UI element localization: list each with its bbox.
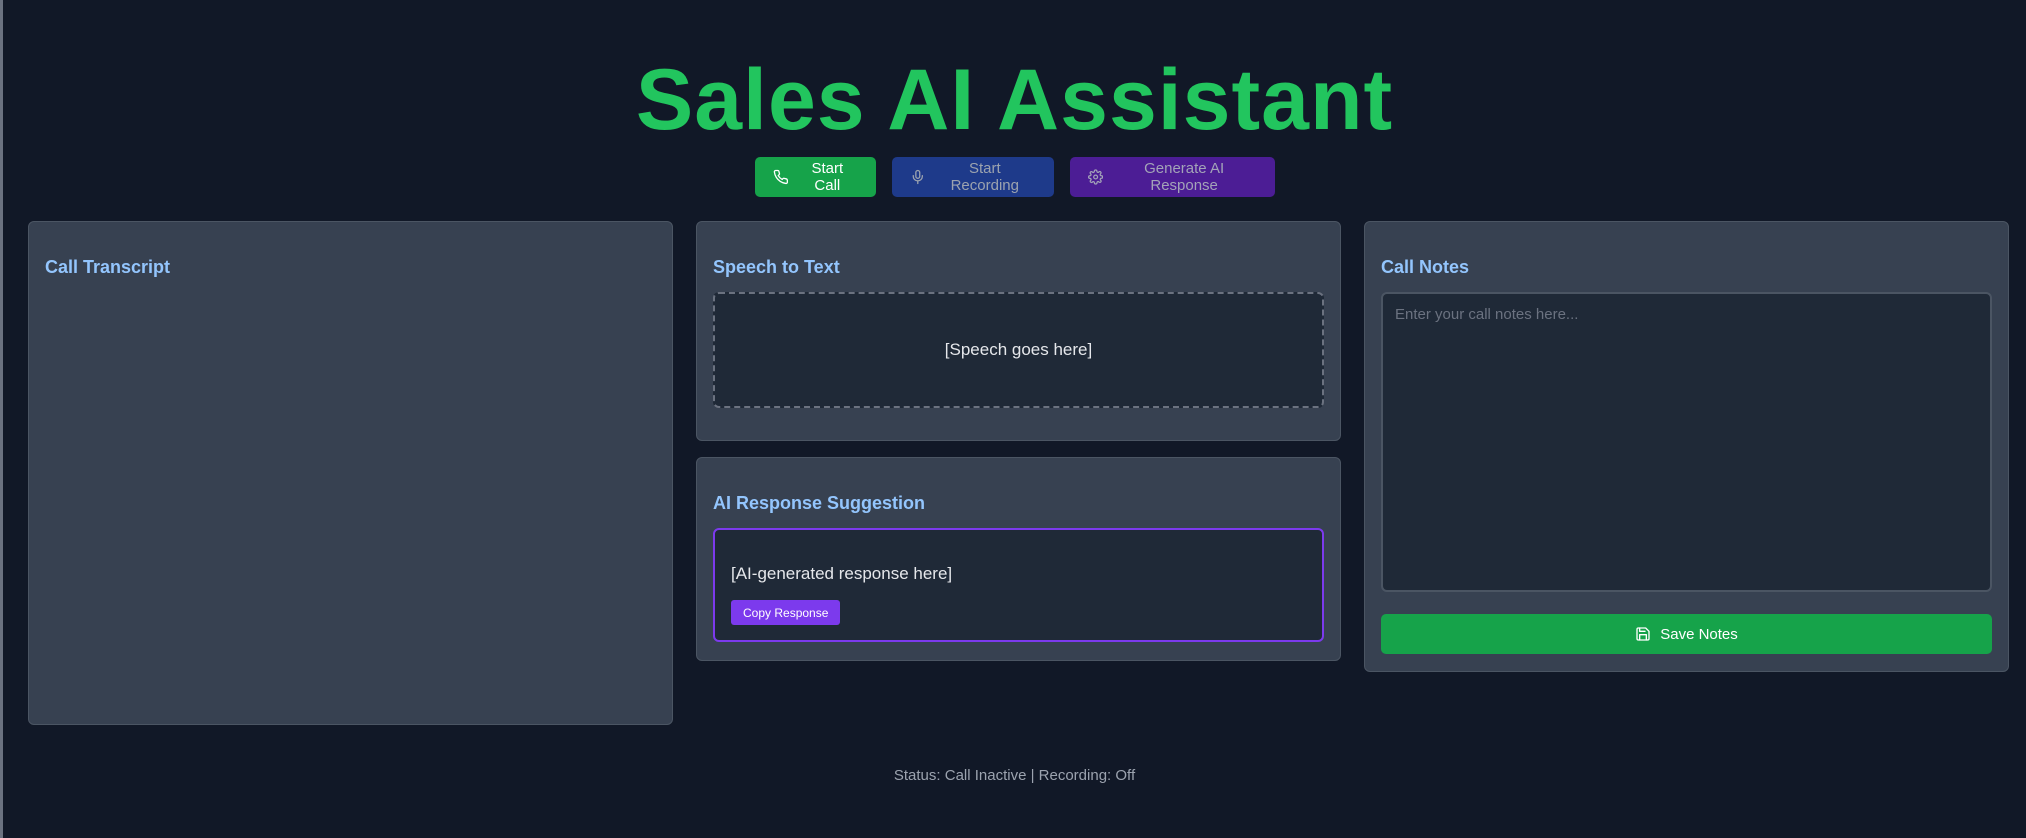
microphone-icon [912,169,923,185]
call-notes-panel: Call Notes Save Notes [1364,221,2009,672]
start-call-label: Start Call [811,160,844,194]
copy-response-button[interactable]: Copy Response [731,600,841,625]
call-notes-textarea[interactable] [1381,292,1992,592]
speech-placeholder-text: [Speech goes here] [944,340,1093,359]
speech-output-box: [Speech goes here] [713,292,1324,408]
start-recording-label: Start Recording [950,160,1019,194]
ai-response-panel: AI Response Suggestion [AI-generated res… [696,457,1341,661]
save-notes-button[interactable]: Save Notes [1381,614,1992,654]
call-transcript-panel: Call Transcript [28,221,673,725]
speech-to-text-panel: Speech to Text [Speech goes here] [696,221,1341,441]
toolbar: Start Call Start Recording Generate AI R… [3,157,2026,197]
page-title: Sales AI Assistant [635,52,1394,148]
speech-to-text-title: Speech to Text [713,257,840,277]
generate-ai-response-label: Generate AI Response [1144,160,1225,194]
gear-icon [1087,169,1103,185]
call-notes-title: Call Notes [1381,257,1470,277]
start-recording-button[interactable]: Start Recording [891,157,1054,197]
save-notes-label: Save Notes [1660,625,1738,643]
ai-response-title: AI Response Suggestion [713,493,926,513]
generate-ai-response-button[interactable]: Generate AI Response [1069,157,1275,197]
status-bar: Status: Call Inactive | Recording: Off [893,767,1136,784]
phone-icon [773,169,788,185]
start-call-button[interactable]: Start Call [754,157,876,197]
save-icon [1636,627,1650,641]
call-transcript-title: Call Transcript [45,257,171,277]
ai-response-text: [AI-generated response here] [731,564,953,583]
ai-response-box: [AI-generated response here] Copy Respon… [713,528,1324,642]
